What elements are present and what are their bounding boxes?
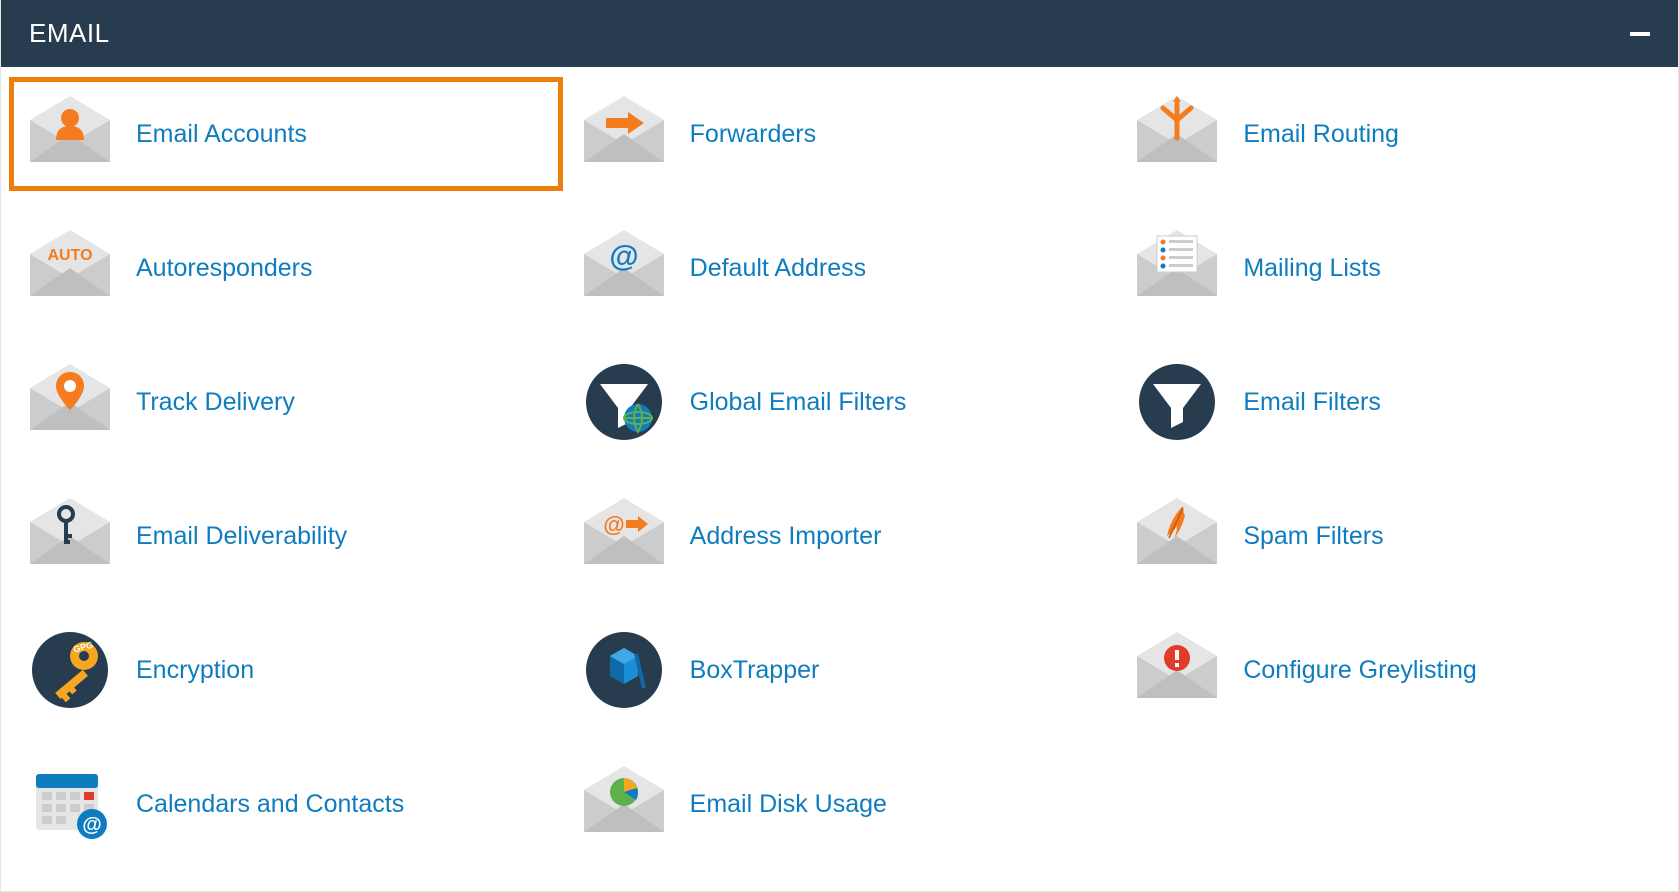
default-address-icon [580, 224, 668, 312]
item-label: Configure Greylisting [1243, 656, 1476, 685]
mailing-lists-icon [1133, 224, 1221, 312]
item-email-deliverability[interactable]: Email Deliverability [9, 479, 563, 593]
item-label: BoxTrapper [690, 656, 820, 685]
item-label: Email Deliverability [136, 522, 347, 551]
forwarders-icon [580, 90, 668, 178]
item-email-routing[interactable]: Email Routing [1116, 77, 1670, 191]
panel-title: EMAIL [29, 18, 110, 49]
item-mailing-lists[interactable]: Mailing Lists [1116, 211, 1670, 325]
encryption-icon [26, 626, 114, 714]
item-email-disk-usage[interactable]: Email Disk Usage [563, 747, 1117, 861]
item-label: Email Routing [1243, 120, 1399, 149]
item-track-delivery[interactable]: Track Delivery [9, 345, 563, 459]
item-label: Encryption [136, 656, 254, 685]
email-disk-usage-icon [580, 760, 668, 848]
item-label: Mailing Lists [1243, 254, 1381, 283]
email-items-grid: Email Accounts Forwarders Email Routing Aut… [1, 67, 1678, 891]
track-delivery-icon [26, 358, 114, 446]
spam-filters-icon [1133, 492, 1221, 580]
configure-greylisting-icon [1133, 626, 1221, 714]
calendars-and-contacts-icon [26, 760, 114, 848]
email-accounts-icon [26, 90, 114, 178]
item-email-accounts[interactable]: Email Accounts [9, 77, 563, 191]
item-label: Calendars and Contacts [136, 790, 404, 819]
email-routing-icon [1133, 90, 1221, 178]
autoresponders-icon [26, 224, 114, 312]
item-address-importer[interactable]: Address Importer [563, 479, 1117, 593]
item-label: Forwarders [690, 120, 816, 149]
item-autoresponders[interactable]: Autoresponders [9, 211, 563, 325]
email-filters-icon [1133, 358, 1221, 446]
item-label: Email Filters [1243, 388, 1381, 417]
email-panel: EMAIL Email Accounts Forwarders Email Rout… [0, 0, 1679, 892]
item-email-filters[interactable]: Email Filters [1116, 345, 1670, 459]
item-calendars-and-contacts[interactable]: Calendars and Contacts [9, 747, 563, 861]
item-label: Global Email Filters [690, 388, 907, 417]
item-label: Email Accounts [136, 120, 307, 149]
item-label: Email Disk Usage [690, 790, 887, 819]
address-importer-icon [580, 492, 668, 580]
item-default-address[interactable]: Default Address [563, 211, 1117, 325]
item-forwarders[interactable]: Forwarders [563, 77, 1117, 191]
email-deliverability-icon [26, 492, 114, 580]
panel-header[interactable]: EMAIL [1, 0, 1678, 67]
item-label: Address Importer [690, 522, 882, 551]
collapse-icon[interactable] [1630, 32, 1650, 36]
item-global-email-filters[interactable]: Global Email Filters [563, 345, 1117, 459]
boxtrapper-icon [580, 626, 668, 714]
item-label: Default Address [690, 254, 867, 283]
item-label: Autoresponders [136, 254, 313, 283]
item-boxtrapper[interactable]: BoxTrapper [563, 613, 1117, 727]
item-spam-filters[interactable]: Spam Filters [1116, 479, 1670, 593]
item-label: Spam Filters [1243, 522, 1383, 551]
global-email-filters-icon [580, 358, 668, 446]
item-encryption[interactable]: Encryption [9, 613, 563, 727]
item-label: Track Delivery [136, 388, 295, 417]
item-configure-greylisting[interactable]: Configure Greylisting [1116, 613, 1670, 727]
